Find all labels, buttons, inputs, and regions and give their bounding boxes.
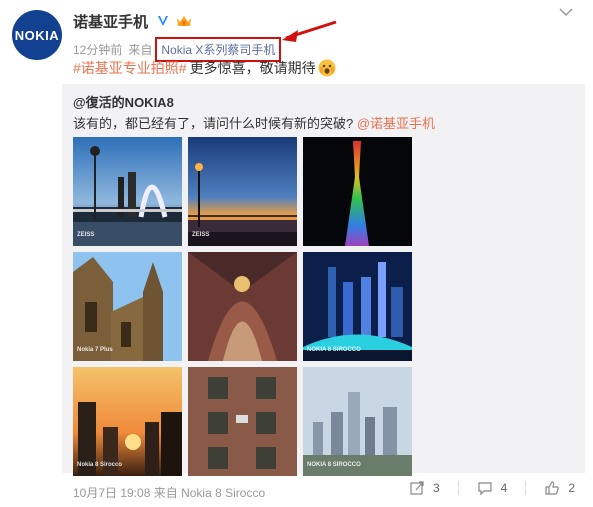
forward-count: 3 <box>432 481 440 495</box>
author-row: 诺基亚手机 <box>73 11 193 31</box>
repost-footer: 10月7日 19:08 来自 Nokia 8 Sirocco <box>73 484 265 501</box>
photo-caption: NOKIA 8 SIROCCO <box>307 347 361 353</box>
forward-icon <box>410 481 424 495</box>
like-button[interactable]: 2 <box>544 480 575 496</box>
photo-caption: Nokia 7 Plus <box>77 347 113 353</box>
repost-text: 该有的，都已经有了，请问什么时候有新的突破? @诺基亚手机 <box>73 113 435 132</box>
photo-sunset-buildings[interactable]: Nokia 8 Sirocco <box>73 367 182 476</box>
avatar[interactable]: NOKIA <box>12 10 62 60</box>
repost-card: @復活的NOKIA8 该有的，都已经有了，请问什么时候有新的突破? @诺基亚手机… <box>62 84 585 476</box>
author-name[interactable]: 诺基亚手机 <box>73 11 148 32</box>
divider <box>457 481 459 495</box>
photo-bridge[interactable]: ZEISS <box>73 137 182 246</box>
thumbs-up-icon <box>545 481 560 495</box>
device-label: Nokia 8 Sirocco <box>181 486 266 500</box>
verified-badge-icon <box>155 13 171 29</box>
topic-link[interactable]: #诺基亚专业拍照# <box>73 58 187 78</box>
photo-canton-tower[interactable] <box>303 137 412 246</box>
post-body: 更多惊喜，敬请期待 <box>189 60 316 76</box>
photo-river-sunset[interactable]: ZEISS <box>188 137 297 246</box>
repost-body: 该有的，都已经有了，请问什么时候有新的突破? <box>73 116 354 131</box>
divider <box>525 481 527 495</box>
photo-caption: NOKIA 8 SIROCCO <box>307 462 361 468</box>
action-bar: 3 4 2 <box>391 480 575 496</box>
annotation-arrow-icon <box>282 20 337 42</box>
member-crown-icon[interactable] <box>175 13 193 29</box>
photo-city-night[interactable]: NOKIA 8 SIROCCO <box>303 252 412 361</box>
comment-button[interactable]: 4 <box>477 480 508 496</box>
chevron-down-icon[interactable] <box>559 6 573 18</box>
photo-cathedral-exterior[interactable]: Nokia 7 Plus <box>73 252 182 361</box>
photo-cathedral-interior[interactable] <box>188 252 297 361</box>
post-text: #诺基亚专业拍照# 更多惊喜，敬请期待 <box>73 58 336 78</box>
photo-caption: ZEISS <box>77 232 95 238</box>
forward-button[interactable]: 3 <box>409 480 440 496</box>
mention-link[interactable]: @诺基亚手机 <box>357 116 435 131</box>
photo-caption: Nokia 8 Sirocco <box>77 462 123 468</box>
photo-skyline-day[interactable]: NOKIA 8 SIROCCO <box>303 367 412 476</box>
comment-count: 4 <box>500 481 508 495</box>
from-label: 来自 <box>153 486 178 500</box>
photo-caption: ZEISS <box>192 232 210 238</box>
post-time[interactable]: 12分钟前 <box>73 41 122 58</box>
from-label: 来自 <box>128 43 153 57</box>
repost-author[interactable]: @復活的NOKIA8 <box>73 92 174 111</box>
photo-brick-building[interactable] <box>188 367 297 476</box>
excited-face-emoji-icon <box>318 59 336 77</box>
repost-date[interactable]: 10月7日 19:08 <box>73 486 150 500</box>
like-count: 2 <box>568 481 575 495</box>
comment-icon <box>478 482 492 496</box>
